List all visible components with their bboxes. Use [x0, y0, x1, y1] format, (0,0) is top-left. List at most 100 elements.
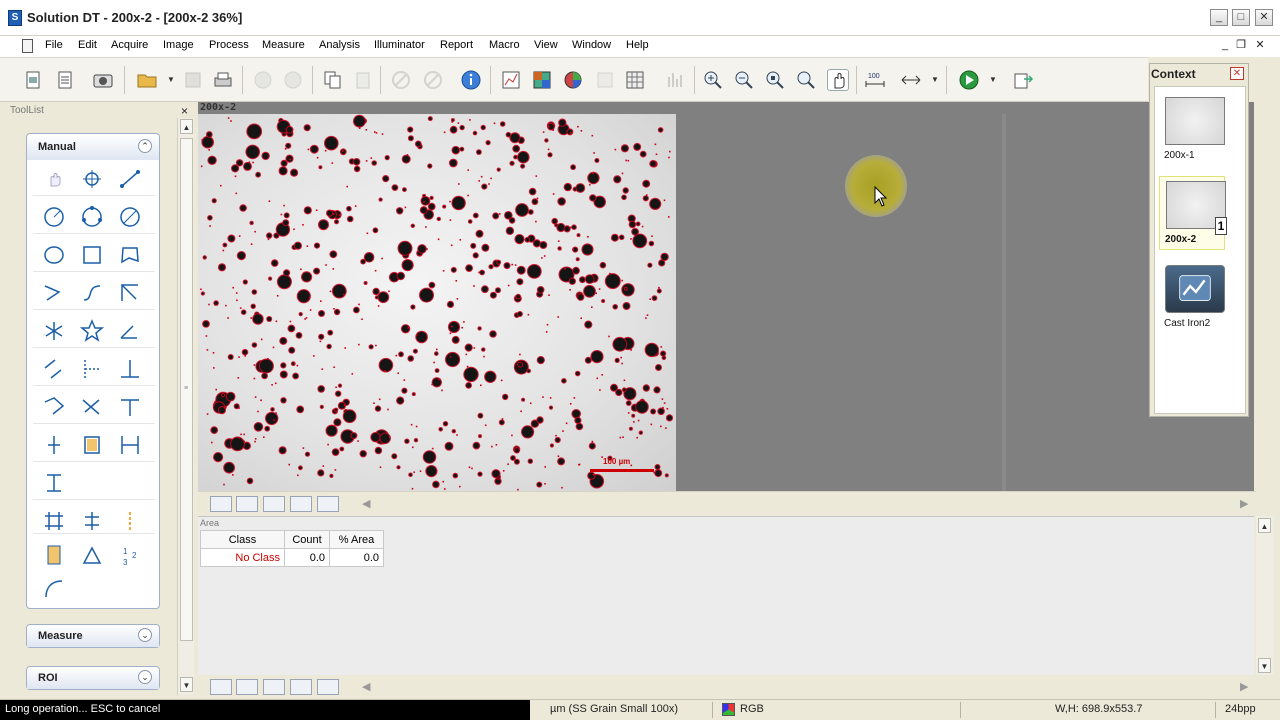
scrollbar-thumb[interactable]: ≡	[180, 138, 193, 641]
maximize-button[interactable]: □	[1232, 9, 1250, 26]
toollist-close-button[interactable]: ×	[181, 104, 188, 118]
redo-icon[interactable]	[282, 69, 304, 91]
stop-icon[interactable]	[422, 69, 444, 91]
classify-icon[interactable]	[531, 69, 553, 91]
polygon-icon[interactable]	[115, 240, 145, 270]
column-header-class[interactable]: Class	[200, 530, 285, 549]
camera-icon[interactable]	[92, 69, 114, 91]
caliper-icon[interactable]	[77, 430, 107, 460]
column-header-count[interactable]: Count	[284, 530, 330, 549]
new-image-icon[interactable]	[22, 69, 44, 91]
menu-illuminator[interactable]: Illuminator	[374, 39, 425, 51]
line-icon[interactable]	[115, 164, 145, 194]
new-report-icon[interactable]	[54, 69, 76, 91]
zoom-area-icon[interactable]	[795, 69, 817, 91]
mdi-close-button[interactable]: ✕	[1253, 39, 1267, 52]
mdi-restore-button[interactable]: ❐	[1234, 39, 1248, 52]
numbered-points-icon[interactable]: 123	[115, 540, 145, 570]
arc-icon[interactable]	[39, 574, 69, 604]
context-item-200x-2[interactable]: 1 200x-2	[1159, 176, 1227, 250]
calibration-icon[interactable]	[900, 69, 922, 91]
multi-point-icon[interactable]	[39, 316, 69, 346]
menu-measure[interactable]: Measure	[262, 39, 305, 51]
close-button[interactable]: ✕	[1255, 9, 1273, 26]
view-grid-icon[interactable]	[236, 679, 258, 695]
context-item-200x-1[interactable]: 200x-1	[1159, 93, 1225, 167]
marker-icon[interactable]	[39, 430, 69, 460]
menu-image[interactable]: Image	[163, 39, 194, 51]
rectangle-icon[interactable]	[77, 240, 107, 270]
toollist-scrollbar[interactable]: ▲ ≡ ▼	[177, 118, 194, 695]
chevron-down-icon[interactable]: ⌄	[138, 628, 152, 642]
line-count-icon[interactable]	[77, 506, 107, 536]
menu-view[interactable]: View	[534, 39, 558, 51]
scroll-down-arrow[interactable]: ▼	[180, 677, 193, 692]
image-viewport[interactable]: 200x-2 100 µm	[198, 102, 1254, 491]
paste-icon[interactable]	[352, 69, 374, 91]
four-point-icon[interactable]	[39, 392, 69, 422]
scroll-up-arrow[interactable]: ▲	[180, 119, 193, 134]
grid-icon[interactable]	[624, 69, 646, 91]
view-image-icon[interactable]	[210, 496, 232, 512]
menu-process[interactable]: Process	[209, 39, 249, 51]
skew-lines-icon[interactable]	[77, 392, 107, 422]
view-table-icon[interactable]	[317, 496, 339, 512]
menu-report[interactable]: Report	[440, 39, 473, 51]
context-close-button[interactable]: ✕	[1230, 67, 1244, 80]
horizontal-gauge-icon[interactable]	[115, 430, 145, 460]
angle-lines-icon[interactable]	[115, 278, 145, 308]
zoom-fit-icon[interactable]	[764, 69, 786, 91]
document-icon[interactable]	[22, 39, 33, 53]
arrow-line-icon[interactable]	[115, 392, 145, 422]
copy-icon[interactable]	[322, 69, 344, 91]
zoom-out-icon[interactable]	[733, 69, 755, 91]
perpendicular-icon[interactable]	[115, 354, 145, 384]
measure-group-header[interactable]: Measure ⌄	[27, 625, 159, 647]
scroll-right-arrow[interactable]: ▶	[1240, 497, 1248, 510]
chevron-down-icon[interactable]: ⌄	[138, 670, 152, 684]
view-chart-icon[interactable]	[290, 496, 312, 512]
polyline-icon[interactable]	[39, 278, 69, 308]
histogram-icon[interactable]	[664, 69, 686, 91]
scroll-left-arrow[interactable]: ◀	[362, 680, 370, 693]
chevron-up-icon[interactable]: ⌃	[138, 139, 152, 153]
run-macro-icon[interactable]	[958, 69, 980, 91]
manual-group-header[interactable]: Manual ⌃	[27, 134, 159, 160]
grid-overlay-icon[interactable]	[39, 506, 69, 536]
point-distance-icon[interactable]	[77, 354, 107, 384]
open-dropdown-arrow[interactable]: ▼	[167, 75, 175, 84]
calibration-dropdown-arrow[interactable]: ▼	[931, 75, 939, 84]
blank-icon[interactable]	[594, 69, 616, 91]
open-folder-icon[interactable]	[136, 69, 158, 91]
mdi-minimize-button[interactable]: _	[1218, 39, 1232, 52]
export-icon[interactable]	[1012, 69, 1034, 91]
app-logo-icon[interactable]: S	[8, 10, 22, 26]
hand-pan-icon[interactable]	[827, 69, 849, 91]
view-table-icon[interactable]	[317, 679, 339, 695]
roi-group[interactable]: ROI ⌄	[26, 666, 160, 690]
view-grid-icon[interactable]	[236, 496, 258, 512]
menu-analysis[interactable]: Analysis	[319, 39, 360, 51]
scroll-up-arrow[interactable]: ▲	[1258, 518, 1271, 533]
crosshair-point-icon[interactable]	[77, 164, 107, 194]
micrograph-image[interactable]: 100 µm	[198, 114, 676, 491]
circle-radius-icon[interactable]	[39, 202, 69, 232]
measure-group[interactable]: Measure ⌄	[26, 624, 160, 648]
roi-group-header[interactable]: ROI ⌄	[27, 667, 159, 689]
vertical-caliper-icon[interactable]	[115, 506, 145, 536]
table-row[interactable]: No Class 0.0 0.0	[200, 548, 384, 567]
vertical-gauge-icon[interactable]	[39, 468, 69, 498]
image-stats-icon[interactable]	[500, 69, 522, 91]
menu-window[interactable]: Window	[572, 39, 611, 51]
scroll-right-arrow[interactable]: ▶	[1240, 680, 1248, 693]
cancel-icon[interactable]	[390, 69, 412, 91]
data-scrollbar[interactable]: ▲ ▼	[1256, 516, 1274, 675]
circle-diameter-icon[interactable]	[115, 202, 145, 232]
menu-file[interactable]: File	[45, 39, 63, 51]
column-header-area[interactable]: % Area	[329, 530, 384, 549]
macro-dropdown-arrow[interactable]: ▼	[989, 75, 997, 84]
view-chart-icon[interactable]	[290, 679, 312, 695]
scale-bar-icon[interactable]: 100	[864, 69, 886, 91]
save-icon[interactable]	[182, 69, 204, 91]
undo-icon[interactable]	[252, 69, 274, 91]
